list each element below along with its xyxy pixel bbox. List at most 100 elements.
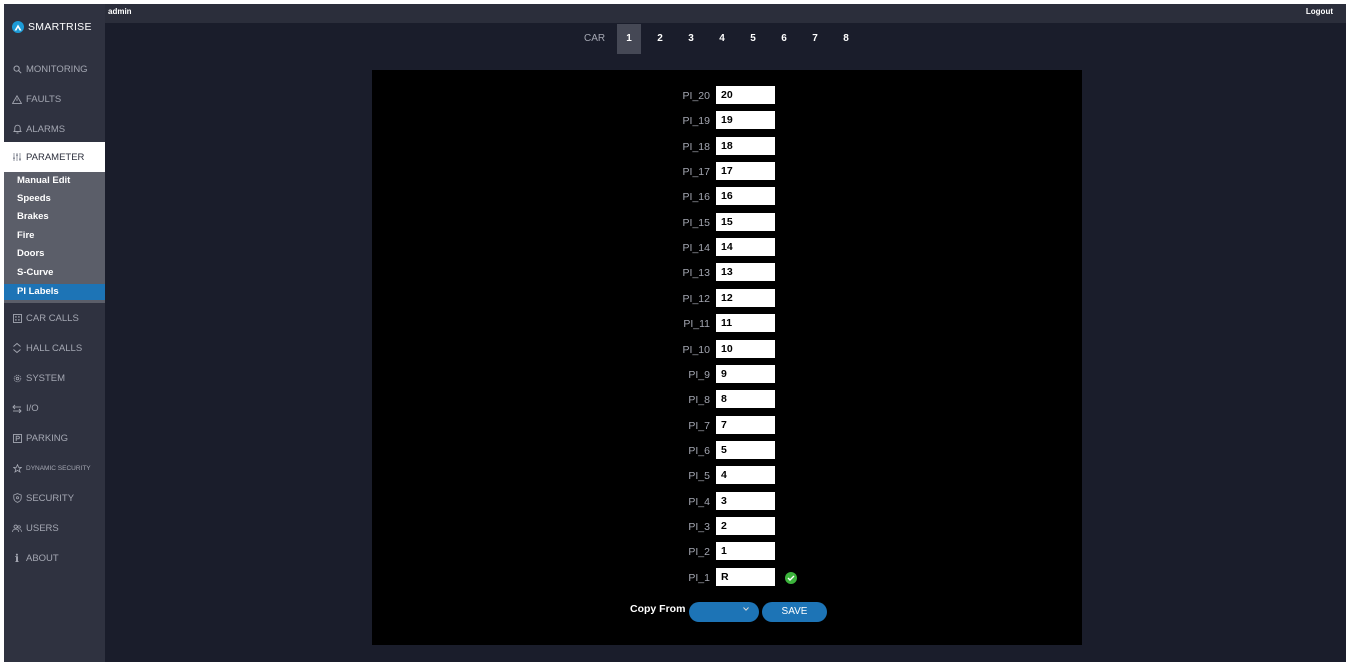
pi-value-input[interactable]: 15	[716, 212, 775, 231]
car-tab-1[interactable]: 1	[617, 24, 641, 54]
pi-value-input[interactable]: 18	[716, 136, 775, 155]
pi-label: PI_11	[683, 318, 710, 331]
pi-value-input[interactable]: 1	[716, 542, 775, 561]
pi-label: PI_16	[682, 191, 710, 204]
copy-from-label: Copy From	[630, 603, 686, 615]
pi-value-input[interactable]: 20	[716, 86, 775, 104]
pi-label: PI_1	[688, 571, 710, 584]
logout-link[interactable]: Logout	[1306, 7, 1333, 16]
brand-name: SMARTRISE	[28, 21, 92, 33]
copy-from-select[interactable]	[689, 602, 759, 622]
parking-icon	[12, 433, 22, 443]
pi-label: PI_3	[688, 520, 710, 533]
nav-car-calls[interactable]: CAR CALLS	[4, 303, 105, 333]
pi-row: PI_2 1	[372, 542, 1082, 562]
submenu-pi-labels[interactable]: PI Labels	[4, 284, 105, 300]
current-user: admin	[108, 7, 132, 16]
nav-io-label: I/O	[26, 402, 39, 414]
nav-faults[interactable]: FAULTS	[4, 84, 105, 114]
pi-value-input[interactable]: 7	[716, 415, 775, 434]
nav-users[interactable]: USERS	[4, 513, 105, 543]
pi-label: PI_17	[682, 166, 710, 179]
submenu-s-curve[interactable]: S-Curve	[4, 265, 105, 281]
pi-value-input[interactable]: 3	[716, 491, 775, 510]
pi-row: PI_10 10	[372, 339, 1082, 360]
car-tab-7[interactable]: 7	[803, 24, 827, 54]
pi-row: PI_6 5	[372, 440, 1082, 461]
nav-about[interactable]: ℹ ABOUT	[4, 543, 105, 573]
nav-alarms[interactable]: ALARMS	[4, 114, 105, 144]
pi-row: PI_16 16	[372, 187, 1082, 207]
pi-label: PI_7	[688, 419, 710, 432]
swap-arrows-icon	[12, 403, 22, 413]
parameter-submenu: Manual Edit Speeds Brakes Fire Doors S-C…	[4, 172, 105, 303]
car-tab-3[interactable]: 3	[679, 24, 703, 54]
nav-monitoring[interactable]: MONITORING	[4, 54, 105, 84]
nav-io[interactable]: I/O	[4, 393, 105, 423]
nav-parameter-label: PARAMETER	[26, 151, 85, 163]
car-tab-2[interactable]: 2	[648, 24, 672, 54]
shield-icon	[12, 493, 22, 503]
submenu-speeds[interactable]: Speeds	[4, 191, 105, 207]
nav-dynamic-security[interactable]: DYNAMIC SECURITY	[4, 453, 105, 483]
chevron-down-icon	[743, 606, 749, 613]
pi-value-input[interactable]: 9	[716, 364, 775, 383]
nav-monitoring-label: MONITORING	[26, 63, 88, 75]
pi-row: PI_13 13	[372, 263, 1082, 283]
pi-row: PI_20 20	[372, 86, 1082, 106]
nav-parameter[interactable]: PARAMETER	[4, 142, 105, 172]
pi-value-input[interactable]: 11	[716, 314, 775, 333]
nav-parking[interactable]: PARKING	[4, 423, 105, 453]
pi-label: PI_5	[688, 470, 710, 483]
car-tab-8[interactable]: 8	[834, 24, 858, 54]
nav-users-label: USERS	[26, 522, 59, 534]
nav-about-label: ABOUT	[26, 552, 59, 564]
pi-value-input[interactable]: 10	[716, 339, 775, 358]
save-button[interactable]: SAVE	[762, 602, 827, 622]
pi-row: PI_4 3	[372, 491, 1082, 512]
pi-value-input[interactable]: 13	[716, 263, 775, 282]
pi-value-input[interactable]: 19	[716, 111, 775, 130]
nav-hall-calls[interactable]: HALL CALLS	[4, 333, 105, 363]
pi-value-input[interactable]: 8	[716, 390, 775, 409]
brand-logo: SMARTRISE	[12, 19, 92, 35]
pi-row: PI_5 4	[372, 466, 1082, 486]
submenu-brakes[interactable]: Brakes	[4, 209, 105, 225]
pi-label: PI_10	[682, 343, 710, 356]
pi-value-input[interactable]: R	[716, 567, 775, 586]
gear-icon	[12, 373, 22, 383]
pi-row: PI_3 2	[372, 516, 1082, 537]
nav-system[interactable]: SYSTEM	[4, 363, 105, 393]
pi-row: PI_19 19	[372, 111, 1082, 131]
nav-car-calls-label: CAR CALLS	[26, 312, 79, 324]
pi-value-input[interactable]: 14	[716, 238, 775, 257]
nav-alarms-label: ALARMS	[26, 123, 66, 135]
pi-row: PI_14 14	[372, 238, 1082, 258]
pi-value-input[interactable]: 2	[716, 516, 775, 535]
pi-row: PI_11 11	[372, 314, 1082, 334]
pi-value-input[interactable]: 12	[716, 288, 775, 307]
info-icon: ℹ	[14, 551, 20, 565]
pi-label: PI_4	[688, 495, 710, 508]
nav-security[interactable]: SECURITY	[4, 483, 105, 513]
keypad-icon	[12, 313, 22, 323]
submenu-manual-edit[interactable]: Manual Edit	[4, 173, 105, 189]
pi-value-input[interactable]: 5	[716, 440, 775, 459]
bell-icon	[12, 124, 22, 134]
star-icon	[12, 463, 22, 473]
submenu-fire[interactable]: Fire	[4, 228, 105, 244]
smartrise-logo-icon	[12, 21, 24, 33]
submenu-doors[interactable]: Doors	[4, 246, 105, 262]
search-icon	[12, 64, 22, 74]
pi-label: PI_12	[682, 292, 710, 305]
pi-value-input[interactable]: 17	[716, 162, 775, 181]
pi-row: PI_15 15	[372, 212, 1082, 233]
pi-row: PI_1 R	[372, 567, 1082, 588]
car-tab-6[interactable]: 6	[772, 24, 796, 54]
pi-value-input[interactable]: 16	[716, 187, 775, 206]
pi-value-input[interactable]: 4	[716, 466, 775, 485]
car-tab-5[interactable]: 5	[741, 24, 765, 54]
pi-row: PI_8 8	[372, 390, 1082, 410]
nav-dynamic-security-label: DYNAMIC SECURITY	[26, 464, 91, 472]
car-tab-4[interactable]: 4	[710, 24, 734, 54]
